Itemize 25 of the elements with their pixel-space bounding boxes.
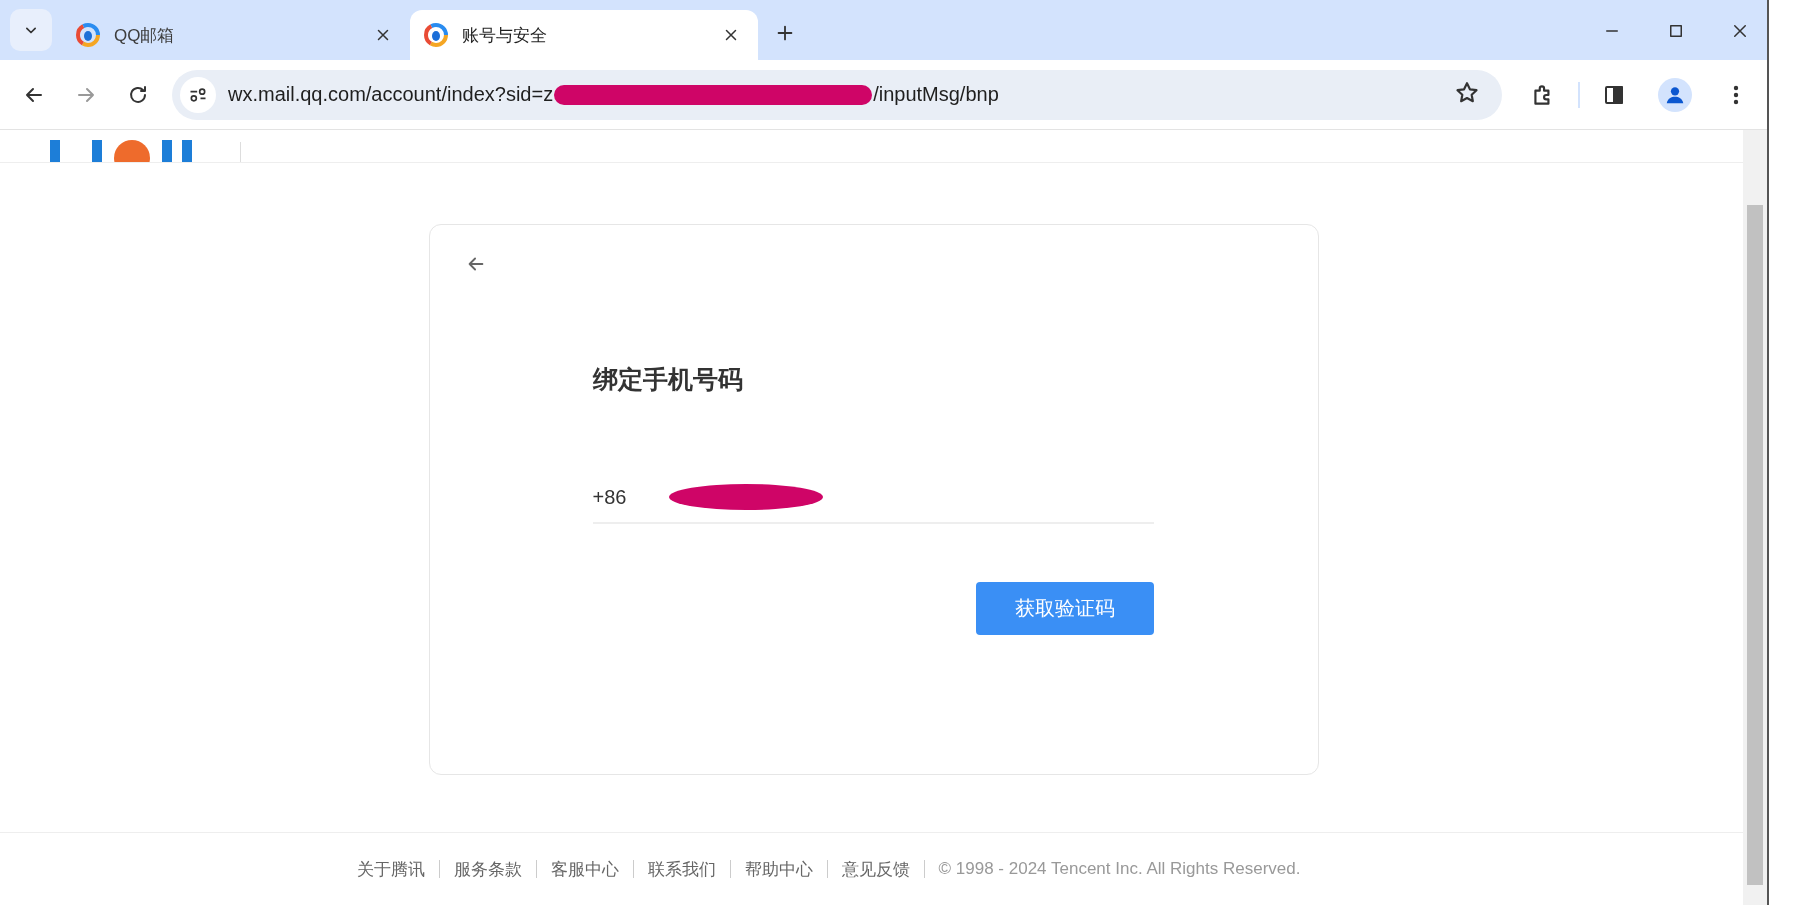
browser-tab[interactable]: 账号与安全 bbox=[410, 10, 758, 60]
url-text: wx.mail.qq.com/account/index?sid=z bbox=[228, 83, 554, 106]
card-title: 绑定手机号码 bbox=[592, 364, 744, 395]
footer-link[interactable]: 服务条款 bbox=[453, 857, 522, 881]
footer-link[interactable]: 关于腾讯 bbox=[356, 857, 425, 881]
address-bar[interactable]: wx.mail.qq.com/account/index?sid=z /inputMsg/bnp bbox=[172, 69, 1502, 120]
site-settings-icon[interactable] bbox=[180, 76, 216, 113]
tab-title: 账号与安全 bbox=[462, 24, 548, 47]
browser-tab[interactable]: QQ邮箱 bbox=[62, 10, 410, 60]
country-code[interactable]: +86 bbox=[592, 485, 669, 509]
get-code-button[interactable]: 获取验证码 bbox=[975, 582, 1154, 635]
url-text: /inputMsg/bnp bbox=[873, 83, 999, 106]
app-logo-icon bbox=[424, 23, 448, 47]
profile-icon[interactable] bbox=[1658, 77, 1692, 112]
copyright-text: © 1998 - 2024 Tencent Inc. All Rights Reserved. bbox=[938, 859, 1301, 879]
footer-link[interactable]: 帮助中心 bbox=[744, 857, 813, 881]
maximize-icon[interactable] bbox=[1667, 22, 1685, 40]
app-logo-icon bbox=[76, 23, 100, 47]
footer-link[interactable]: 客服中心 bbox=[550, 857, 619, 881]
phone-input-field[interactable]: +86 bbox=[592, 472, 1154, 524]
scrollbar[interactable] bbox=[1743, 130, 1767, 905]
tab-title: QQ邮箱 bbox=[114, 24, 176, 47]
close-window-icon[interactable] bbox=[1731, 22, 1749, 40]
footer-link[interactable]: 联系我们 bbox=[647, 857, 716, 881]
footer-link[interactable]: 意见反馈 bbox=[841, 857, 910, 881]
